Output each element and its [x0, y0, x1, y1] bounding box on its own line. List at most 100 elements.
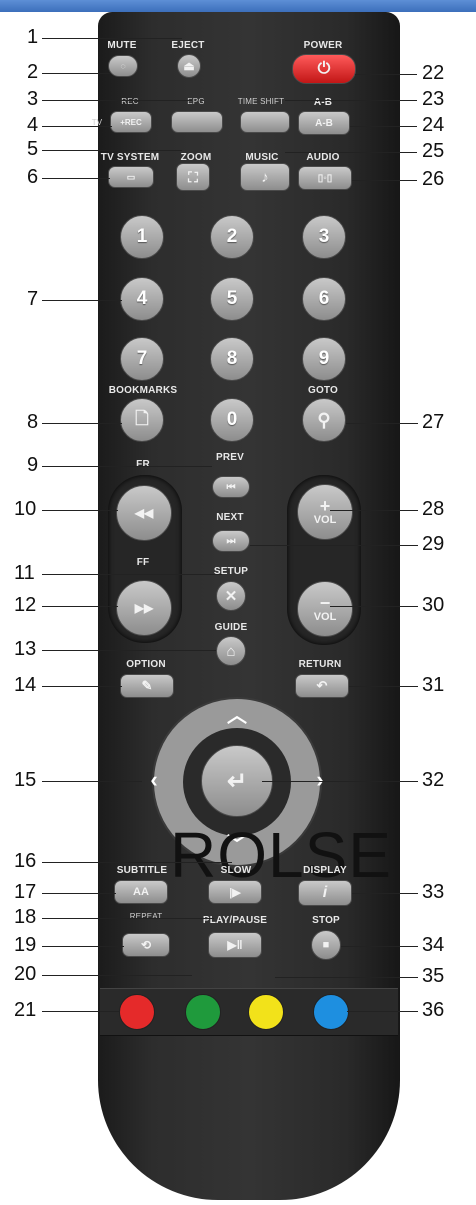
- audio-icon: ▯◦▯: [317, 172, 333, 184]
- tools-icon: ✕: [224, 588, 238, 605]
- next-button[interactable]: ⏭: [212, 530, 250, 552]
- subtitle-icon: AA: [133, 886, 149, 898]
- digit-1-button[interactable]: 1: [120, 215, 164, 259]
- callout-21: 21: [14, 999, 37, 1021]
- goto-label: GOTO: [307, 385, 339, 396]
- callout-20: 20: [14, 963, 37, 985]
- zoom-button[interactable]: ⛶: [176, 163, 210, 191]
- tvsystem-icon: ▭: [126, 171, 136, 182]
- play-pause-icon: ▶‖: [227, 938, 243, 952]
- callout-line-21: [42, 1011, 120, 1012]
- digit-3-button[interactable]: 3: [302, 215, 346, 259]
- bookmarks-button[interactable]: 🗋: [120, 398, 164, 442]
- slow-button[interactable]: |▶: [208, 880, 262, 904]
- timeshift-button[interactable]: [240, 111, 290, 133]
- callout-line-19: [42, 946, 124, 947]
- music-label: MUSIC: [245, 152, 279, 163]
- digit-4-button[interactable]: 4: [120, 277, 164, 321]
- chevron-up-icon: ︿: [227, 704, 247, 727]
- callout-line-10: [42, 510, 118, 511]
- dpad-up-button[interactable]: ︿: [213, 698, 261, 728]
- callout-8: 8: [27, 411, 39, 433]
- top-bar: [0, 0, 476, 12]
- callout-15: 15: [14, 769, 37, 791]
- minus-icon: −: [319, 593, 331, 613]
- callout-35: 35: [422, 965, 445, 987]
- callout-26: 26: [422, 168, 445, 190]
- rec-button[interactable]: +REC: [110, 111, 152, 133]
- prev-button[interactable]: ⏮: [212, 476, 250, 498]
- epg-label: EPG: [187, 97, 205, 106]
- audio-button[interactable]: ▯◦▯: [298, 166, 352, 190]
- callout-line-34: [341, 946, 418, 947]
- ab-button[interactable]: A-B: [298, 111, 350, 135]
- subtitle-button[interactable]: AA: [114, 880, 168, 904]
- eject-button[interactable]: ⏏: [177, 54, 201, 78]
- timeshift-label: TIME SHIFT: [237, 97, 285, 106]
- red-key-button[interactable]: [119, 994, 155, 1030]
- callout-line-1: [42, 38, 182, 39]
- callout-line-33: [352, 893, 418, 894]
- guide-button[interactable]: ⌂: [216, 636, 246, 666]
- digit-7-button[interactable]: 7: [120, 337, 164, 381]
- callout-13: 13: [14, 638, 37, 660]
- eject-label: EJECT: [171, 40, 205, 51]
- tvsystem-button[interactable]: ▭: [108, 166, 154, 188]
- ab-button-text: A-B: [315, 117, 333, 129]
- green-key-button[interactable]: [185, 994, 221, 1030]
- callout-line-18: [42, 918, 214, 919]
- power-button[interactable]: ⏻: [292, 54, 356, 84]
- stop-label: STOP: [312, 915, 340, 926]
- display-button[interactable]: i: [298, 880, 352, 906]
- callout-line-14: [42, 686, 122, 687]
- digit-9-button[interactable]: 9: [302, 337, 346, 381]
- callout-1: 1: [27, 26, 39, 48]
- digit-6-button[interactable]: 6: [302, 277, 346, 321]
- digit-2-button[interactable]: 2: [210, 215, 254, 259]
- digit-5-button[interactable]: 5: [210, 277, 254, 321]
- info-icon: i: [322, 884, 328, 901]
- vol-up-button[interactable]: + VOL: [297, 484, 353, 540]
- enter-icon: ↵: [226, 767, 248, 795]
- goto-button[interactable]: ⚲: [302, 398, 346, 442]
- rewind-icon: ◀◀: [134, 506, 154, 520]
- repeat-icon: ⟲: [140, 938, 152, 952]
- stop-button[interactable]: ■: [311, 930, 341, 960]
- slow-label: SLOW: [220, 865, 252, 876]
- callout-line-17: [42, 893, 116, 894]
- callout-32: 32: [422, 769, 445, 791]
- callout-6: 6: [27, 166, 39, 188]
- blue-key-button[interactable]: [313, 994, 349, 1030]
- yellow-key-button[interactable]: [248, 994, 284, 1030]
- callout-line-9: [42, 466, 212, 467]
- fr-label: FR: [136, 459, 150, 470]
- setup-button[interactable]: ✕: [216, 581, 246, 611]
- callout-line-7: [42, 300, 122, 301]
- callout-36: 36: [422, 999, 445, 1021]
- music-button[interactable]: ♪: [240, 163, 290, 191]
- dpad-right-button[interactable]: ›: [306, 760, 334, 800]
- setup-label: SETUP: [213, 566, 249, 577]
- ff-button[interactable]: ▶▶: [116, 580, 172, 636]
- callout-12: 12: [14, 594, 37, 616]
- slow-play-icon: |▶: [229, 886, 241, 899]
- rec-label: REC: [121, 97, 139, 106]
- callout-line-8: [42, 423, 122, 424]
- digit-8-button[interactable]: 8: [210, 337, 254, 381]
- callout-line-2: [42, 73, 110, 74]
- mute-icon: ◌: [120, 61, 126, 71]
- repeat-button[interactable]: ⟲: [122, 933, 170, 957]
- mute-button[interactable]: ◌: [108, 55, 138, 77]
- vol-down-button[interactable]: − VOL: [297, 581, 353, 637]
- epg-button[interactable]: [171, 111, 223, 133]
- digit-0-button[interactable]: 0: [210, 398, 254, 442]
- callout-line-32: [262, 781, 418, 782]
- fr-button[interactable]: ◀◀: [116, 485, 172, 541]
- callout-line-30: [330, 606, 418, 607]
- callout-line-26: [352, 180, 417, 181]
- play-pause-button[interactable]: ▶‖: [208, 932, 262, 958]
- dpad-left-button[interactable]: ‹: [140, 760, 168, 800]
- callout-9: 9: [27, 454, 39, 476]
- prev-label: PREV: [215, 452, 245, 463]
- callout-22: 22: [422, 62, 445, 84]
